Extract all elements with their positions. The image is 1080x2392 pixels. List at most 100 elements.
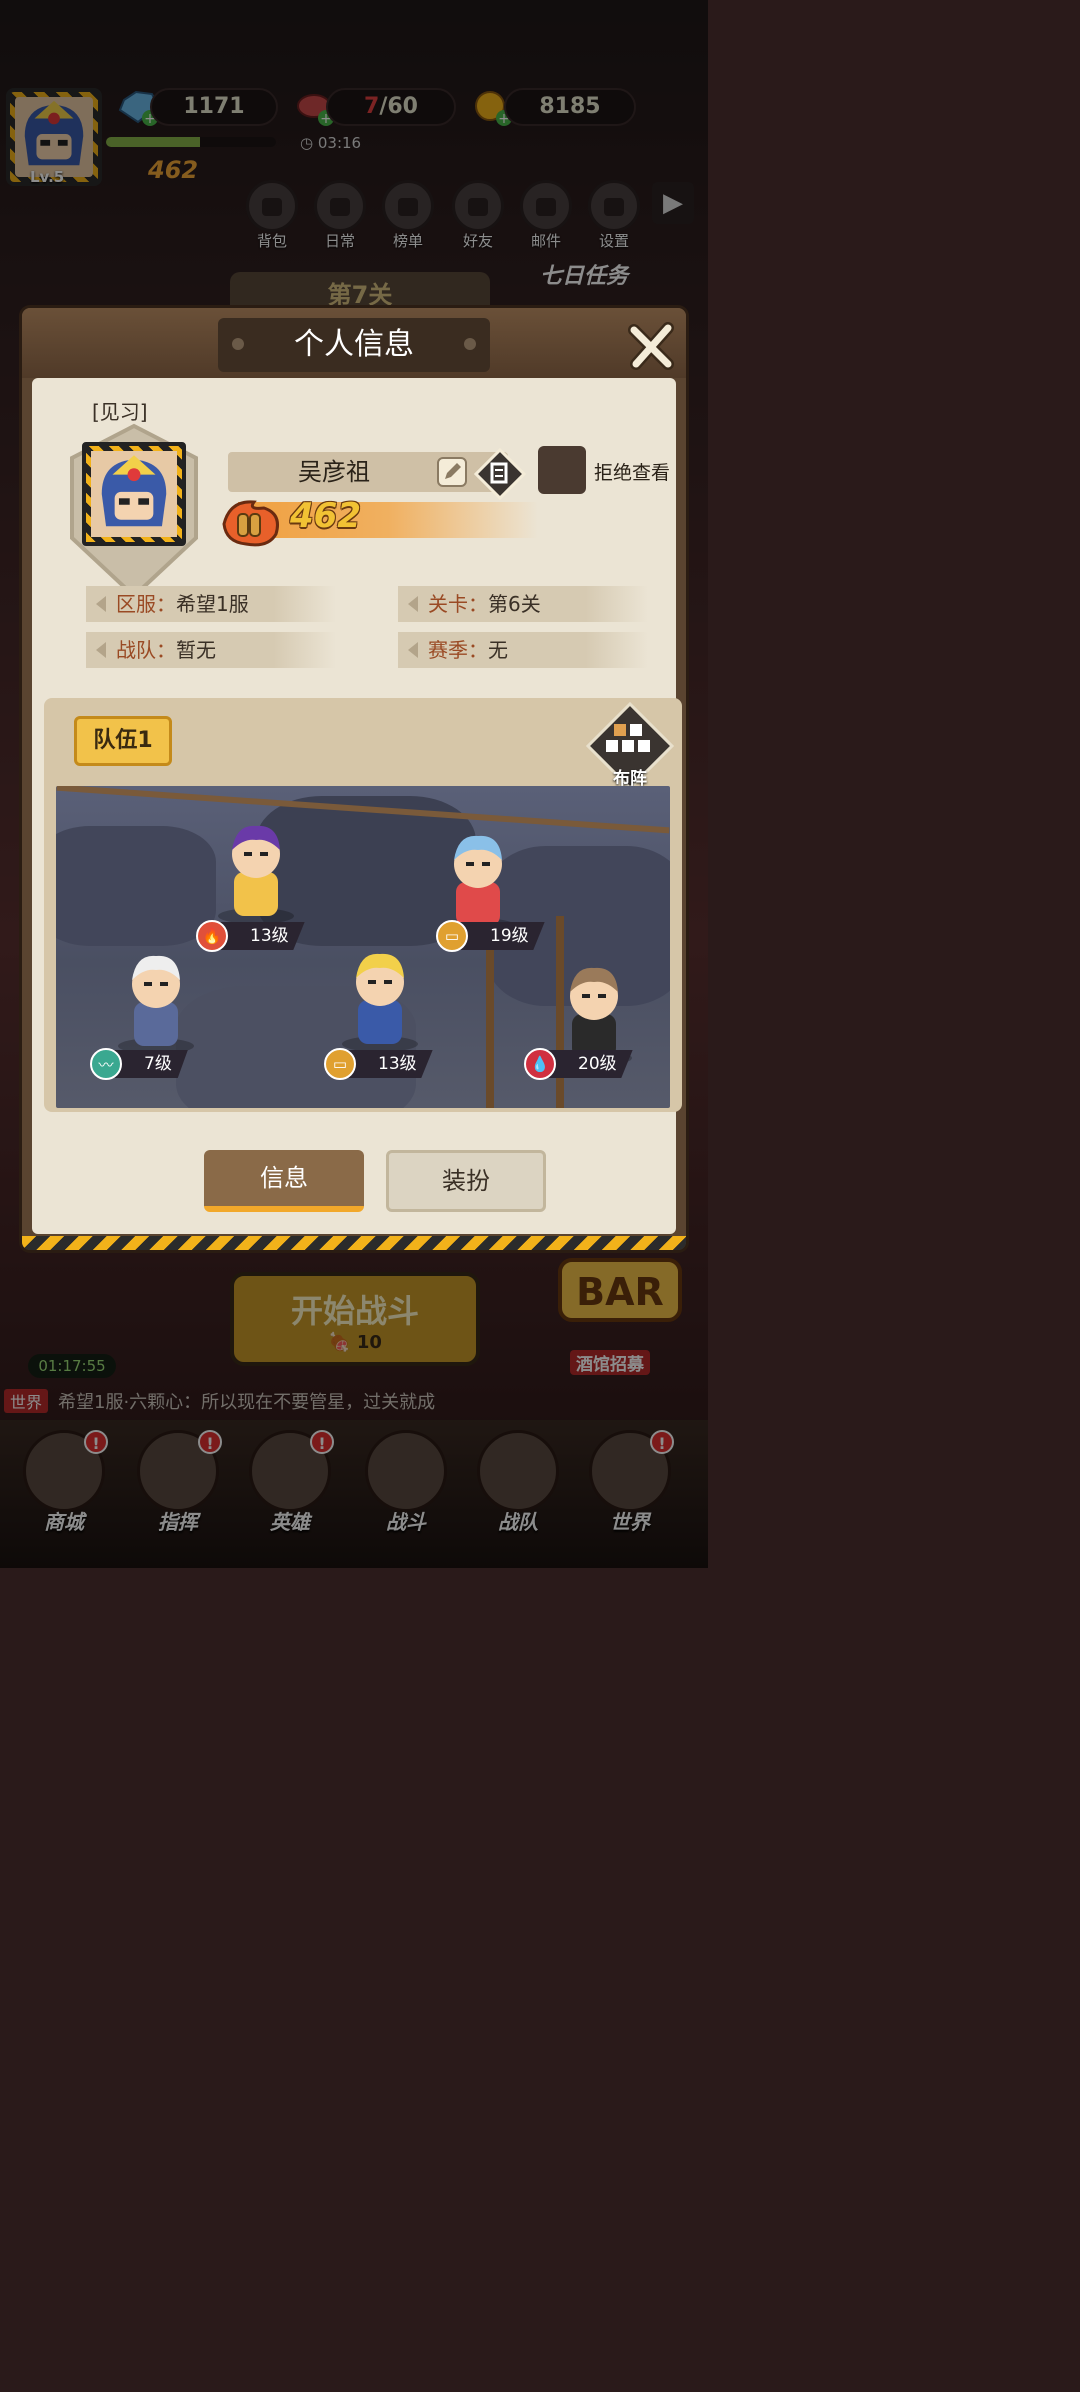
daily-box-icon (314, 180, 366, 232)
hero-portrait-icon (24, 100, 84, 166)
team-hero-3[interactable] (330, 944, 430, 1058)
battle-cost: 🍖 10 (328, 1332, 382, 1353)
chat-message: 希望1服·六颗心：所以现在不要管星，过关就成 (58, 1392, 436, 1413)
player-level: Lv.5 (30, 168, 65, 186)
team-panel: 队伍1 布阵 13级 🔥 19级 ▭ 7级〰 13级 ▭ 20级 💧 (44, 698, 682, 1112)
team-hero-2[interactable] (106, 946, 206, 1060)
copy-id-icon[interactable] (474, 448, 526, 500)
top-button-3[interactable]: 好友 (450, 180, 506, 251)
refuse-view-label: 拒绝查看 (594, 462, 671, 484)
alert-badge: ! (198, 1430, 222, 1454)
nav-label: 世界 (610, 1510, 650, 1534)
podium-icon (382, 180, 434, 232)
tavern-button[interactable]: BAR 酒馆招募 (540, 1250, 700, 1380)
friend-icon (452, 180, 504, 232)
bottom-nav: 商城! 指挥! 英雄! 战斗 战队 世界! (0, 1420, 708, 1568)
team-info: 战队：暂无 (86, 632, 336, 668)
meat-icon: 🍖 (328, 1332, 351, 1353)
stamina-current: 7 (364, 94, 380, 119)
nav-label: 指挥 (158, 1510, 198, 1534)
nav-item-0[interactable]: 商城! (14, 1430, 114, 1550)
gear-icon (588, 180, 640, 232)
nav-label: 商城 (44, 1510, 84, 1534)
bullets-power-icon (222, 500, 279, 547)
bullet-element-icon: ▭ (324, 1048, 356, 1080)
modal-body: [见习] 吴彦祖 拒绝查看 462 区服：希望1服 关卡：第6关 战队：暂无 赛… (32, 378, 682, 1234)
stamina-count: 7/60 (326, 88, 456, 126)
alert-badge: ! (84, 1430, 108, 1454)
refuse-view-checkbox[interactable] (538, 446, 586, 494)
bullet-element-icon: ▭ (436, 920, 468, 952)
top-button-label: 好友 (462, 232, 493, 250)
top-button-5[interactable]: 设置 (586, 180, 642, 251)
tab-dress[interactable]: 装扮 (386, 1150, 546, 1212)
tab-info[interactable]: 信息 (204, 1150, 364, 1212)
nav-item-3[interactable]: 战斗 (356, 1430, 456, 1550)
season-value: 无 (488, 638, 508, 662)
idle-timer: 01:17:55 (28, 1354, 116, 1378)
stamina-max: /60 (379, 94, 418, 119)
nav-icon (477, 1430, 559, 1512)
wind-element-icon: 〰 (90, 1048, 122, 1080)
rank-label: [见习] (92, 400, 148, 424)
nav-label: 战斗 (386, 1510, 426, 1534)
team-hero-0[interactable] (206, 816, 306, 930)
power-value: 462 (290, 496, 361, 536)
nav-item-4[interactable]: 战队 (468, 1430, 568, 1550)
top-button-1[interactable]: 日常 (312, 180, 368, 251)
nav-item-1[interactable]: 指挥! (128, 1430, 228, 1550)
tavern-label: 酒馆招募 (570, 1350, 650, 1375)
nav-item-2[interactable]: 英雄! (240, 1430, 340, 1550)
edit-name-icon[interactable] (436, 456, 468, 488)
server-value: 希望1服 (176, 592, 249, 616)
close-icon[interactable] (626, 320, 678, 372)
stamina-progress (106, 137, 276, 147)
nav-label: 英雄 (270, 1510, 310, 1534)
top-button-label: 邮件 (530, 232, 561, 250)
start-battle-button[interactable]: 开始战斗 🍖 10 (230, 1272, 480, 1366)
stage-value: 第6关 (488, 592, 541, 616)
formation-button[interactable]: 布阵 (584, 701, 676, 794)
stage-label: 关卡： (428, 592, 488, 616)
bar-sign-icon: BAR (558, 1258, 682, 1322)
top-button-0[interactable]: 背包 (244, 180, 300, 251)
alert-badge: ! (310, 1430, 334, 1454)
hero-sprite-icon (342, 953, 418, 1052)
team-value: 暂无 (176, 638, 216, 662)
gold-count: 8185 (504, 88, 636, 126)
season-info: 赛季：无 (398, 632, 648, 668)
team-battlefield: 13级 🔥 19级 ▭ 7级〰 13级 ▭ 20级 💧 (56, 786, 670, 1108)
top-button-label: 榜单 (392, 232, 423, 250)
alert-badge: ! (650, 1430, 674, 1454)
profile-modal: 个人信息 [见习] 吴彦祖 拒绝查看 462 区服：希望1服 关卡：第6关 战队… (22, 308, 686, 1250)
server-info: 区服：希望1服 (86, 586, 336, 622)
profile-avatar[interactable] (56, 418, 206, 598)
top-button-2[interactable]: 榜单 (380, 180, 436, 251)
server-label: 区服： (116, 592, 176, 616)
expand-arrow-icon[interactable]: ▶ (652, 182, 696, 224)
nav-label: 战队 (498, 1510, 538, 1534)
chat-channel: 世界 (4, 1389, 49, 1413)
world-chat[interactable]: 世界 希望1服·六颗心：所以现在不要管星，过关就成 (0, 1386, 708, 1416)
top-button-label: 日常 (324, 232, 355, 250)
hero-portrait-icon (101, 455, 167, 527)
hero-sprite-icon (218, 825, 294, 924)
hero-sprite-icon (118, 955, 194, 1054)
nav-icon (365, 1430, 447, 1512)
clock-icon: ◷ (300, 134, 314, 152)
hero-sprite-icon (440, 835, 516, 934)
gem-count: 1171 (150, 88, 278, 126)
top-button-label: 设置 (598, 232, 629, 250)
backpack-icon (246, 180, 298, 232)
team-tab-1[interactable]: 队伍1 (74, 716, 172, 766)
mail-icon (520, 180, 572, 232)
top-button-4[interactable]: 邮件 (518, 180, 574, 251)
team-label: 战队： (116, 638, 176, 662)
seven-day-task[interactable]: 七日任务 (540, 258, 690, 308)
top-button-label: 背包 (256, 232, 287, 250)
stamina-timer: ◷ 03:16 (300, 134, 362, 152)
header-power: 462 (148, 156, 199, 184)
nav-item-5[interactable]: 世界! (580, 1430, 680, 1550)
svg-text:BAR: BAR (576, 1270, 664, 1314)
season-label: 赛季： (428, 638, 488, 662)
